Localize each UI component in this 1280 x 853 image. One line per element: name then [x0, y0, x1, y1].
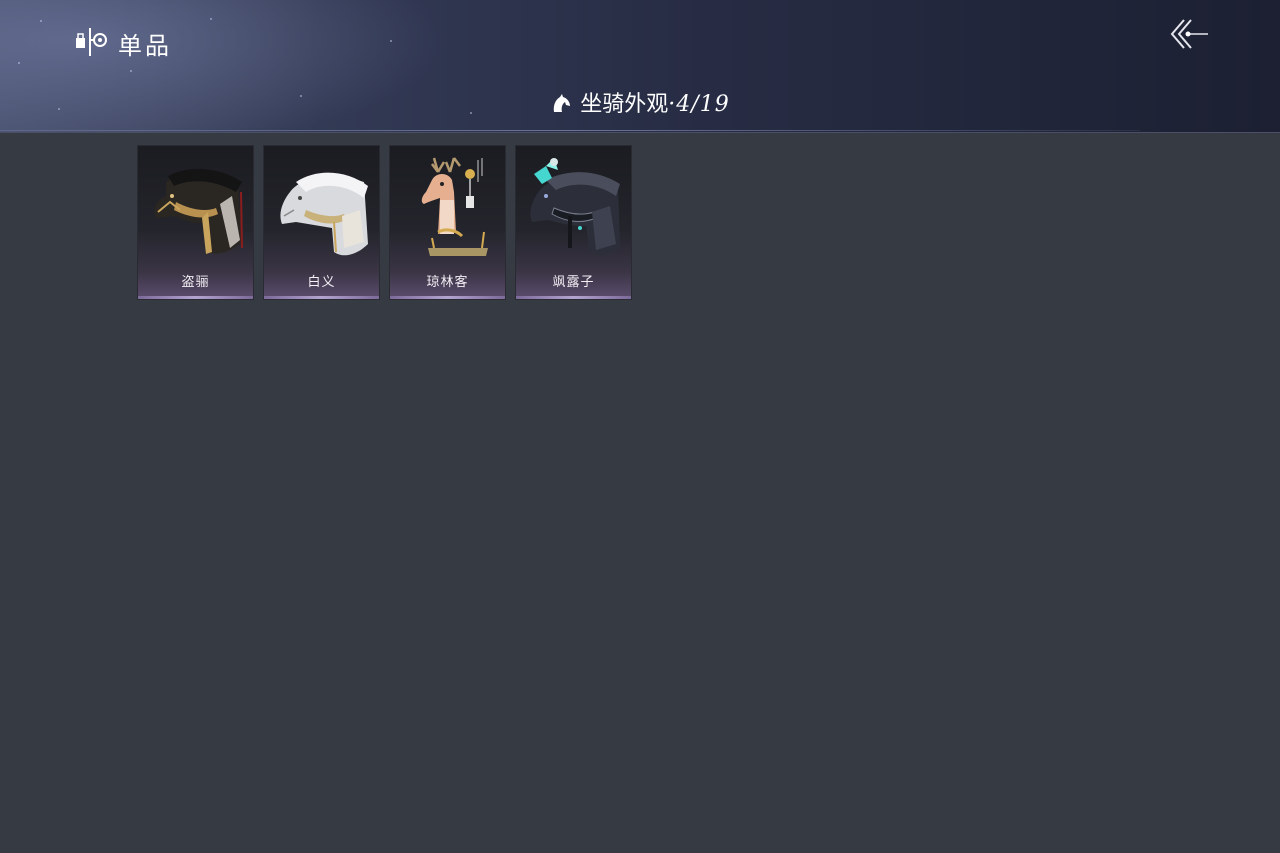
section-title: 坐骑外观 [580, 92, 669, 117]
item-grid: 盗骊 白义 琼林客 飒露子 [137, 145, 632, 300]
header-divider [0, 130, 1140, 131]
item-name: 白义 [307, 275, 336, 290]
collection-count: ·4/19 [668, 92, 730, 117]
item-name: 琼林客 [426, 275, 469, 290]
shop-items-icon [76, 28, 107, 56]
page-title: 单品 [118, 32, 172, 60]
chevron-back-icon[interactable] [1164, 16, 1212, 52]
horse-head-icon [554, 94, 571, 112]
item-card-baiyi[interactable]: 白义 [263, 145, 380, 300]
item-card-qionglinke[interactable]: 琼林客 [389, 145, 506, 300]
item-card-daoli[interactable]: 盗骊 [137, 145, 254, 300]
deer-image [421, 157, 488, 256]
dark-horse-with-cyan-ornament-image [530, 158, 620, 256]
item-name: 飒露子 [552, 275, 595, 290]
item-card-saluzi[interactable]: 飒露子 [515, 145, 632, 300]
white-horse-image [280, 172, 368, 256]
dark-armored-horse-image [154, 168, 243, 254]
section-heading: 坐骑外观·4/19 [0, 86, 1280, 118]
item-name: 盗骊 [181, 275, 210, 290]
